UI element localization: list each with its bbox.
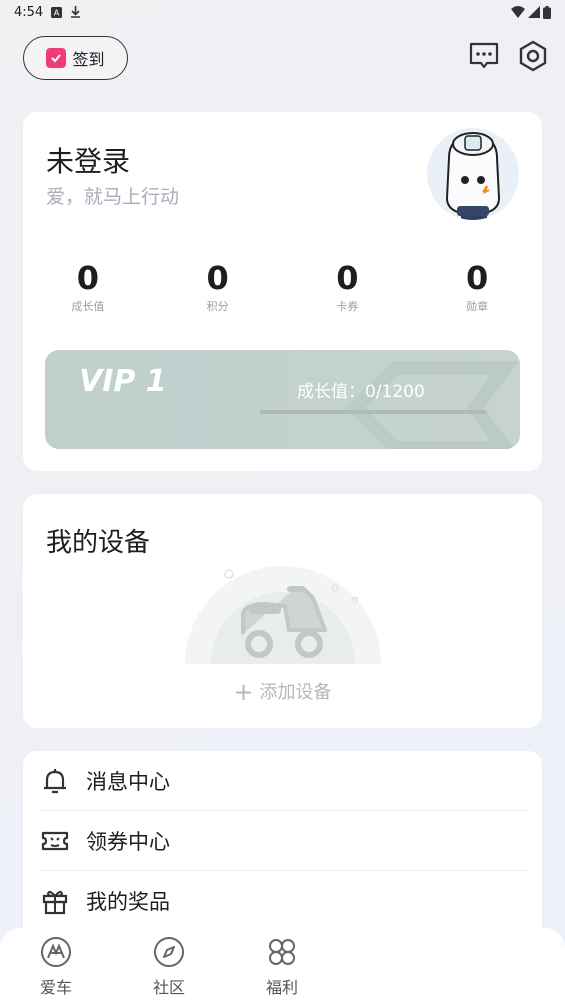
tab-car[interactable]: 爱车 bbox=[26, 936, 86, 998]
clover-icon bbox=[269, 939, 295, 965]
stat-growth[interactable]: 0 成长值 bbox=[23, 260, 153, 314]
checkin-button[interactable]: 签到 bbox=[23, 36, 128, 80]
stat-value: 0 bbox=[465, 259, 489, 297]
notification-a-icon: A bbox=[51, 6, 63, 18]
vip-growth-text: 成长值：0/1200 bbox=[297, 382, 425, 402]
tab-community[interactable]: 社区 bbox=[139, 936, 199, 998]
bottom-tab-bar: 爱车 社区 福利 bbox=[0, 928, 565, 1004]
stats-row: 0 成长值 0 积分 0 卡券 0 勋章 bbox=[23, 260, 542, 314]
coupon-icon bbox=[41, 831, 69, 850]
mascot-avatar-icon bbox=[445, 132, 501, 220]
avatar[interactable] bbox=[427, 128, 519, 220]
stat-label: 成长值 bbox=[71, 300, 105, 313]
message-icon[interactable] bbox=[468, 40, 500, 72]
vip-watermark-icon bbox=[345, 361, 519, 449]
car-logo-icon bbox=[41, 937, 71, 967]
gift-icon bbox=[42, 890, 68, 915]
stat-value: 0 bbox=[206, 259, 229, 297]
scooter-illustration-icon bbox=[185, 566, 381, 664]
battery-icon bbox=[543, 5, 551, 19]
vip-level: VIP 1 bbox=[79, 364, 167, 399]
stat-value: 0 bbox=[76, 259, 99, 297]
stat-label: 积分 bbox=[206, 300, 229, 313]
devices-card: 我的设备 + 添加设备 bbox=[23, 494, 542, 728]
settings-icon[interactable] bbox=[517, 40, 549, 72]
tab-label: 福利 bbox=[265, 978, 298, 997]
user-name[interactable]: 未登录 bbox=[46, 140, 130, 180]
bell-icon bbox=[44, 768, 66, 793]
download-icon bbox=[71, 6, 81, 18]
devices-title: 我的设备 bbox=[46, 528, 151, 558]
plus-icon: + bbox=[233, 678, 254, 706]
signal-icon bbox=[528, 6, 540, 18]
compass-icon bbox=[154, 937, 184, 967]
calendar-check-icon bbox=[46, 48, 67, 68]
menu-label: 领券中心 bbox=[86, 829, 170, 854]
stat-label: 勋章 bbox=[466, 300, 489, 313]
menu-item-prizes[interactable]: 我的奖品 bbox=[38, 871, 528, 931]
tab-label: 爱车 bbox=[39, 978, 72, 997]
status-bar: 4:54 A bbox=[0, 0, 565, 24]
menu-label: 消息中心 bbox=[86, 769, 170, 794]
status-time: 4:54 bbox=[14, 4, 44, 20]
menu-label: 我的奖品 bbox=[86, 890, 170, 914]
stat-value: 0 bbox=[336, 259, 359, 297]
stat-coupons[interactable]: 0 卡券 bbox=[283, 260, 413, 314]
add-device-button[interactable]: + 添加设备 bbox=[23, 678, 542, 706]
checkin-label: 签到 bbox=[72, 50, 105, 69]
menu-item-messages[interactable]: 消息中心 bbox=[38, 751, 528, 811]
vip-progress-bar bbox=[260, 410, 487, 414]
tab-benefits[interactable]: 福利 bbox=[252, 936, 312, 998]
add-device-label: 添加设备 bbox=[259, 682, 332, 703]
wifi-icon bbox=[511, 6, 525, 18]
stat-points[interactable]: 0 积分 bbox=[153, 260, 283, 314]
vip-card[interactable]: VIP 1 成长值：0/1200 bbox=[45, 350, 520, 449]
svg-text:A: A bbox=[54, 8, 60, 17]
user-card: 未登录 爱，就马上行动 0 成长值 0 积分 0 卡券 0 勋章 VIP 1 成… bbox=[23, 112, 542, 471]
tab-label: 社区 bbox=[152, 978, 185, 997]
stat-label: 卡券 bbox=[336, 300, 359, 313]
stat-medals[interactable]: 0 勋章 bbox=[412, 260, 542, 314]
menu-item-coupons[interactable]: 领券中心 bbox=[38, 811, 528, 871]
user-slogan: 爱，就马上行动 bbox=[46, 186, 180, 208]
